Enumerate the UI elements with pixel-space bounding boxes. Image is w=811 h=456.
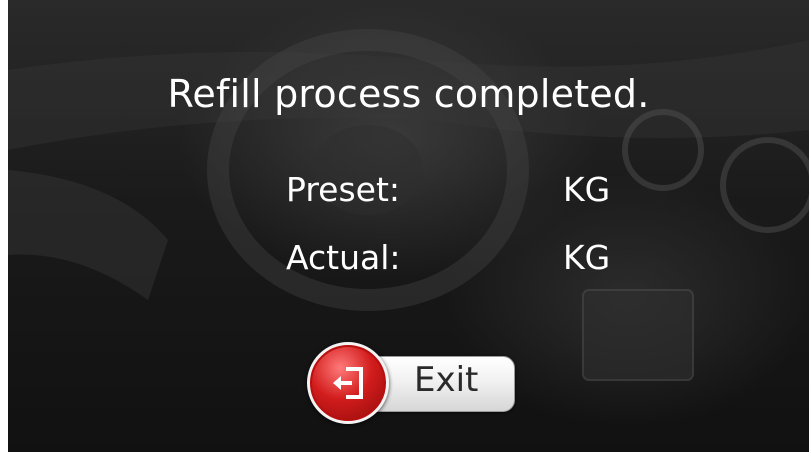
exit-button-badge[interactable] [307,342,389,424]
preset-label: Preset: [286,170,401,209]
exit-button[interactable]: Exit [303,340,515,426]
exit-button-label[interactable]: Exit [414,360,478,400]
actual-row: Actual: KG [8,238,809,288]
preset-unit: KG [563,170,611,209]
exit-door-icon [333,367,363,399]
actual-label: Actual: [286,238,401,277]
preset-row: Preset: KG [8,170,809,220]
refill-complete-message: Refill process completed. [167,72,650,116]
actual-unit: KG [563,238,611,277]
refill-complete-screen: Refill process completed. Preset: KG Act… [8,0,809,452]
